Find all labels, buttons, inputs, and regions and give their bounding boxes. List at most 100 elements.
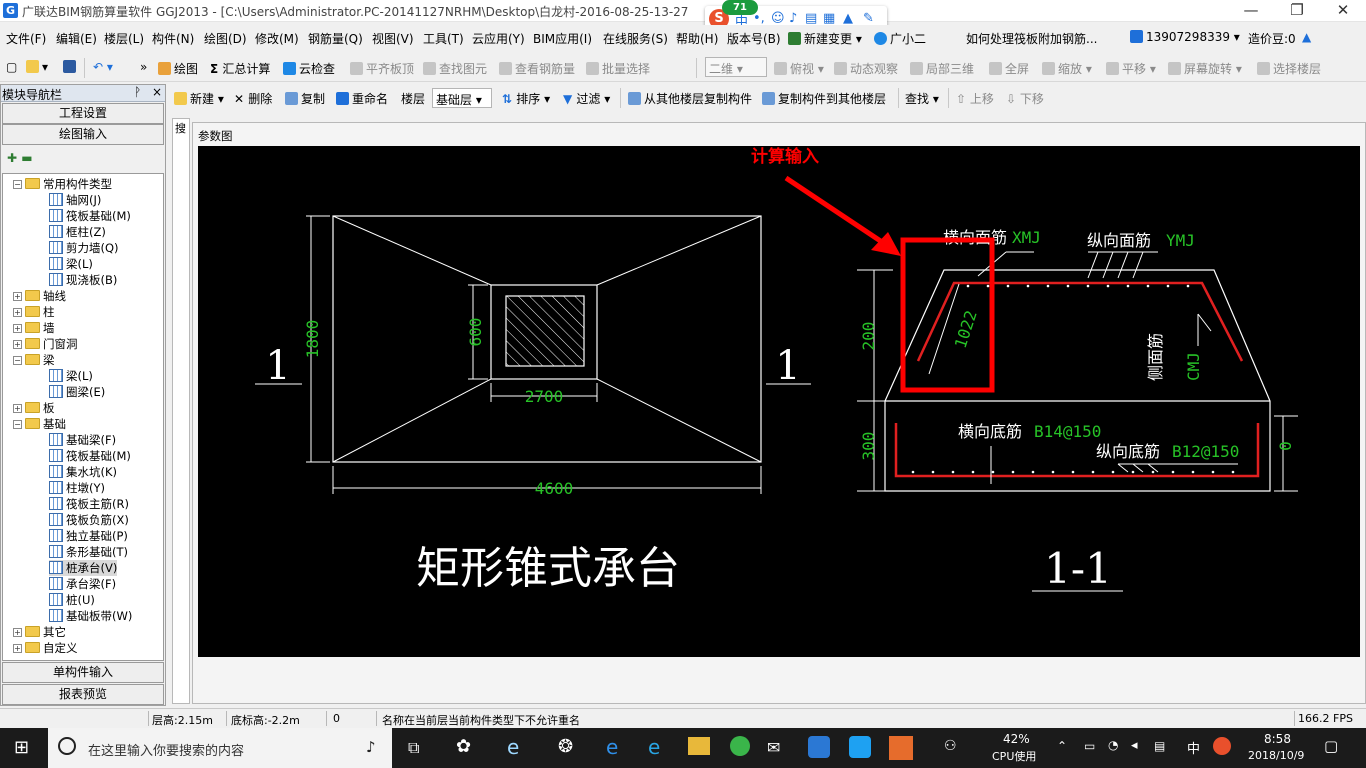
delete-button[interactable]: ✕ 删除 [234, 90, 272, 107]
tree-item[interactable]: 框柱(Z) [49, 224, 106, 240]
apps-icon[interactable]: ▦ [823, 11, 835, 26]
batch-select-button[interactable]: 批量选择 [586, 60, 650, 77]
tree-item[interactable]: 筏板负筋(X) [49, 512, 129, 528]
menu-component[interactable]: 构件(N) [152, 30, 194, 47]
expand-icon[interactable]: + [13, 324, 22, 333]
expand-icon[interactable]: + [13, 340, 22, 349]
file-explorer-icon[interactable] [688, 737, 710, 755]
find-element-button[interactable]: 查找图元 [423, 60, 487, 77]
overflow-chevron-icon[interactable]: » [140, 60, 147, 74]
pan-button[interactable]: 平移 ▾ [1106, 60, 1156, 77]
filter-button[interactable]: ▼ 过滤 ▾ [563, 90, 610, 107]
cloud-check-button[interactable]: 云检查 [283, 60, 335, 77]
help-tip-link[interactable]: 如何处理筏板附加钢筋... [966, 30, 1097, 47]
sort-button[interactable]: ⇅ 排序 ▾ [502, 90, 550, 107]
tree-folder[interactable]: + 轴线 [13, 288, 66, 304]
wifi-icon[interactable]: ◔ [1108, 738, 1118, 752]
keyboard-icon[interactable]: ▤ [805, 11, 817, 26]
tree-item[interactable]: 筏板基础(M) [49, 448, 131, 464]
keyboard-icon[interactable]: ▤ [1154, 739, 1165, 753]
menu-version[interactable]: 版本号(B) [727, 30, 781, 47]
parameter-drawing[interactable]: 1800 600 2700 4600 1 1 矩形锥式承台 1022 200 3… [198, 146, 1360, 657]
copy-button[interactable]: 复制 [285, 90, 325, 107]
menu-new-change[interactable]: 新建变更 ▾ [788, 30, 862, 47]
tree-folder[interactable]: + 柱 [13, 304, 55, 320]
zoom-button[interactable]: 缩放 ▾ [1042, 60, 1092, 77]
sogou-tray-icon[interactable] [1213, 737, 1231, 755]
open-file-icon[interactable]: ▾ [26, 60, 48, 74]
menu-rebar-qty[interactable]: 钢筋量(Q) [308, 30, 363, 47]
tree-folder[interactable]: + 墙 [13, 320, 55, 336]
undo-icon[interactable]: ↶ ▾ [93, 60, 113, 74]
new-file-icon[interactable]: ▢ [6, 60, 17, 74]
battery-icon[interactable]: ▭ [1084, 739, 1095, 753]
mail-icon[interactable]: ✉ [767, 738, 780, 757]
tree-item[interactable]: 基础梁(F) [49, 432, 116, 448]
menu-modify[interactable]: 修改(M) [255, 30, 299, 47]
move-up-button[interactable]: ⇧ 上移 [956, 90, 994, 107]
skin-icon[interactable]: ▲ [843, 11, 853, 26]
save-icon[interactable] [63, 60, 79, 74]
tree-item[interactable]: 圈梁(E) [49, 384, 105, 400]
fullscreen-button[interactable]: 全屏 [989, 60, 1029, 77]
edge-icon[interactable]: e [606, 735, 618, 759]
minimize-button[interactable]: — [1228, 0, 1274, 22]
view-mode-select[interactable]: 二维 ▾ [705, 57, 767, 77]
bell-icon[interactable]: ▲ [1302, 30, 1311, 44]
tree-item[interactable]: 独立基础(P) [49, 528, 128, 544]
tree-item[interactable]: 集水坑(K) [49, 464, 117, 480]
user-phone[interactable]: 13907298339 ▾ [1130, 30, 1240, 44]
close-icon[interactable]: × [152, 85, 162, 99]
menu-guangxiaoer[interactable]: 广小二 [874, 30, 926, 47]
select-floor-button[interactable]: 选择楼层 [1257, 60, 1321, 77]
local-3d-button[interactable]: 局部三维 [910, 60, 974, 77]
tree-item[interactable]: 梁(L) [49, 368, 93, 384]
tree-item[interactable]: 基础板带(W) [49, 608, 132, 624]
close-button[interactable]: ✕ [1320, 0, 1366, 22]
tree-item[interactable]: 现浇板(B) [49, 272, 117, 288]
tree-folder[interactable]: − 基础 [13, 416, 66, 432]
draw-button[interactable]: 绘图 [158, 60, 198, 77]
mic-icon[interactable]: ♪ [789, 11, 797, 26]
people-icon[interactable]: ⚇ [944, 738, 957, 754]
menu-floor[interactable]: 楼层(L) [104, 30, 144, 47]
new-component-button[interactable]: 新建 ▾ [174, 90, 224, 107]
rename-button[interactable]: 重命名 [336, 90, 388, 107]
pin-icon[interactable]: ᚹ [134, 85, 141, 99]
tree-item[interactable]: 筏板基础(M) [49, 208, 131, 224]
collapse-icon[interactable]: − [13, 180, 22, 189]
align-slab-top-button[interactable]: 平齐板顶 [350, 60, 414, 77]
tree-folder[interactable]: − 梁 [13, 352, 55, 368]
drawing-input-button[interactable]: 绘图输入 [2, 124, 164, 145]
sum-calc-button[interactable]: Σ 汇总计算 [210, 60, 270, 77]
expand-icon[interactable]: + [13, 308, 22, 317]
screen-rotate-button[interactable]: 屏幕旋转 ▾ [1168, 60, 1242, 77]
clock-date[interactable]: 2018/10/9 [1248, 749, 1304, 762]
menu-cloud[interactable]: 云应用(Y) [472, 30, 525, 47]
app-icon[interactable]: ❂ [558, 736, 573, 757]
collapse-icon[interactable]: − [13, 420, 22, 429]
menu-tools[interactable]: 工具(T) [423, 30, 464, 47]
browser-360-icon[interactable] [730, 736, 750, 756]
expand-all-icon[interactable]: ✚ ▬ [7, 151, 33, 165]
report-preview-button[interactable]: 报表预览 [2, 684, 164, 705]
expand-icon[interactable]: + [13, 292, 22, 301]
top-view-button[interactable]: 俯视 ▾ [774, 60, 824, 77]
tree-item[interactable]: 梁(L) [49, 256, 93, 272]
tree-folder[interactable]: + 自定义 [13, 640, 78, 656]
search-tab[interactable]: 搜 [175, 120, 186, 136]
clock-time[interactable]: 8:58 [1264, 732, 1291, 746]
windows-start-icon[interactable]: ⊞ [14, 737, 29, 758]
find-button[interactable]: 查找 ▾ [905, 90, 939, 107]
tree-item[interactable]: 条形基础(T) [49, 544, 128, 560]
taskbar-search[interactable]: 在这里输入你要搜索的内容 ♪ [48, 728, 392, 768]
volume-icon[interactable]: ◂ [1131, 738, 1138, 753]
menu-bim[interactable]: BIM应用(I) [533, 30, 592, 47]
ie-icon[interactable]: e [507, 735, 519, 759]
single-input-button[interactable]: 单构件输入 [2, 662, 164, 683]
maximize-button[interactable]: ❐ [1274, 0, 1320, 22]
tree-item[interactable]: 桩(U) [49, 592, 95, 608]
expand-icon[interactable]: + [13, 628, 22, 637]
tree-folder[interactable]: + 门窗洞 [13, 336, 78, 352]
floor-select[interactable]: 基础层 ▾ [432, 88, 492, 108]
